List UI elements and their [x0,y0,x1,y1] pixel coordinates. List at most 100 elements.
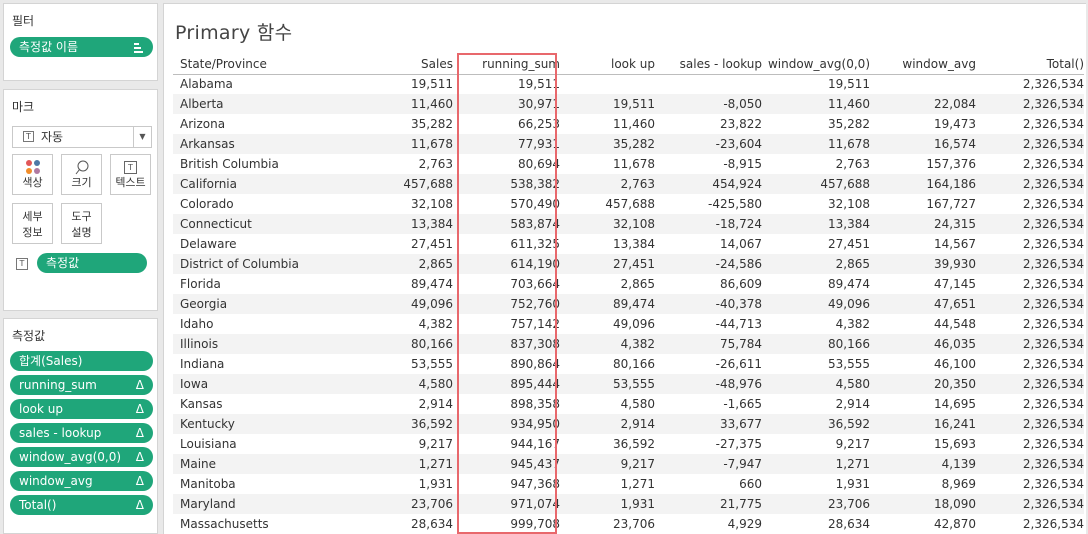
table-cell[interactable]: 1,271 [762,454,870,474]
table-cell[interactable]: 22,084 [870,94,976,114]
table-cell[interactable]: 36,592 [359,414,453,434]
table-cell[interactable]: 14,567 [870,234,976,254]
mark-type-dropdown[interactable]: T 자동 ▼ [12,126,152,148]
row-header-state[interactable]: Georgia [173,294,359,314]
table-cell[interactable]: 66,253 [453,114,560,134]
color-button[interactable]: 색상 [12,154,53,195]
table-cell[interactable]: 2,326,534 [976,414,1084,434]
table-cell[interactable]: 35,282 [359,114,453,134]
table-cell[interactable]: 167,727 [870,194,976,214]
table-cell[interactable]: 18,090 [870,494,976,514]
table-cell[interactable]: -24,586 [655,254,762,274]
table-cell[interactable]: 999,708 [453,514,560,534]
table-cell[interactable]: 457,688 [359,174,453,194]
table-cell[interactable]: 13,384 [762,214,870,234]
table-cell[interactable]: 23,706 [762,494,870,514]
table-cell[interactable]: 1,931 [560,494,655,514]
row-header-state[interactable]: Arkansas [173,134,359,154]
table-cell[interactable]: 2,326,534 [976,474,1084,494]
table-cell[interactable]: 19,511 [762,74,870,94]
detail-button[interactable]: 세부 정보 [12,203,53,244]
table-cell[interactable]: 33,677 [655,414,762,434]
table-cell[interactable]: 8,969 [870,474,976,494]
table-cell[interactable]: 27,451 [359,234,453,254]
column-header[interactable]: window_avg(0,0) [762,55,870,74]
table-cell[interactable]: 14,695 [870,394,976,414]
row-header-state[interactable]: Arizona [173,114,359,134]
table-cell[interactable]: 49,096 [359,294,453,314]
table-cell[interactable]: 23,706 [359,494,453,514]
table-cell[interactable]: 971,074 [453,494,560,514]
table-cell[interactable]: 19,473 [870,114,976,134]
row-header-state[interactable]: Connecticut [173,214,359,234]
table-cell[interactable]: 2,326,534 [976,374,1084,394]
table-cell[interactable]: 1,931 [762,474,870,494]
table-cell[interactable]: 53,555 [560,374,655,394]
table-cell[interactable]: 11,460 [560,114,655,134]
table-cell[interactable]: 895,444 [453,374,560,394]
table-cell[interactable]: 9,217 [560,454,655,474]
table-cell[interactable]: -7,947 [655,454,762,474]
row-header-state[interactable]: Iowa [173,374,359,394]
table-cell[interactable]: 11,460 [762,94,870,114]
table-cell[interactable]: 2,326,534 [976,74,1084,94]
table-cell[interactable]: 46,035 [870,334,976,354]
table-cell[interactable]: 2,326,534 [976,174,1084,194]
table-cell[interactable]: -44,713 [655,314,762,334]
table-cell[interactable]: 2,326,534 [976,194,1084,214]
table-cell[interactable]: -8,050 [655,94,762,114]
row-header-state[interactable]: District of Columbia [173,254,359,274]
table-cell[interactable]: 32,108 [359,194,453,214]
table-cell[interactable]: 538,382 [453,174,560,194]
table-cell[interactable]: 614,190 [453,254,560,274]
table-cell[interactable]: 934,950 [453,414,560,434]
table-cell[interactable]: 890,864 [453,354,560,374]
table-cell[interactable]: 2,326,534 [976,434,1084,454]
table-cell[interactable]: 32,108 [560,214,655,234]
table-cell[interactable]: 75,784 [655,334,762,354]
table-cell[interactable]: 27,451 [762,234,870,254]
row-header-state[interactable]: Kentucky [173,414,359,434]
table-cell[interactable]: 454,924 [655,174,762,194]
table-cell[interactable]: 2,326,534 [976,114,1084,134]
table-cell[interactable]: 4,382 [762,314,870,334]
table-cell[interactable]: 2,326,534 [976,94,1084,114]
table-cell[interactable]: 39,930 [870,254,976,274]
table-cell[interactable]: 570,490 [453,194,560,214]
table-cell[interactable]: 35,282 [762,114,870,134]
table-cell[interactable]: 2,763 [762,154,870,174]
table-cell[interactable]: -40,378 [655,294,762,314]
row-header-state[interactable]: Maine [173,454,359,474]
table-cell[interactable]: 2,326,534 [976,354,1084,374]
row-header-state[interactable]: British Columbia [173,154,359,174]
table-cell[interactable]: 4,382 [560,334,655,354]
table-cell[interactable]: 2,763 [560,174,655,194]
table-cell[interactable]: 14,067 [655,234,762,254]
measure-pill[interactable]: window_avg Δ [10,471,153,491]
table-cell[interactable]: -23,604 [655,134,762,154]
row-header-state[interactable]: Manitoba [173,474,359,494]
table-cell[interactable]: 89,474 [560,294,655,314]
table-cell[interactable]: 16,574 [870,134,976,154]
measure-pill[interactable]: window_avg(0,0) Δ [10,447,153,467]
column-header[interactable]: look up [560,55,655,74]
table-cell[interactable]: 89,474 [762,274,870,294]
table-cell[interactable]: 15,693 [870,434,976,454]
table-cell[interactable]: 49,096 [560,314,655,334]
measure-pill[interactable]: Total() Δ [10,495,153,515]
table-cell[interactable]: 4,580 [560,394,655,414]
table-cell[interactable]: 945,437 [453,454,560,474]
table-cell[interactable]: 2,865 [560,274,655,294]
table-cell[interactable]: 2,326,534 [976,234,1084,254]
row-header-state[interactable]: Colorado [173,194,359,214]
table-cell[interactable]: 2,326,534 [976,514,1084,534]
measure-pill[interactable]: running_sum Δ [10,375,153,395]
table-cell[interactable]: 2,914 [560,414,655,434]
table-cell[interactable]: 13,384 [359,214,453,234]
table-cell[interactable]: 53,555 [359,354,453,374]
table-cell[interactable]: 4,580 [762,374,870,394]
table-cell[interactable]: -425,580 [655,194,762,214]
table-cell[interactable]: 2,326,534 [976,314,1084,334]
filter-pill-measure-names[interactable]: 측정값 이름 [10,37,153,57]
table-cell[interactable]: 11,678 [560,154,655,174]
